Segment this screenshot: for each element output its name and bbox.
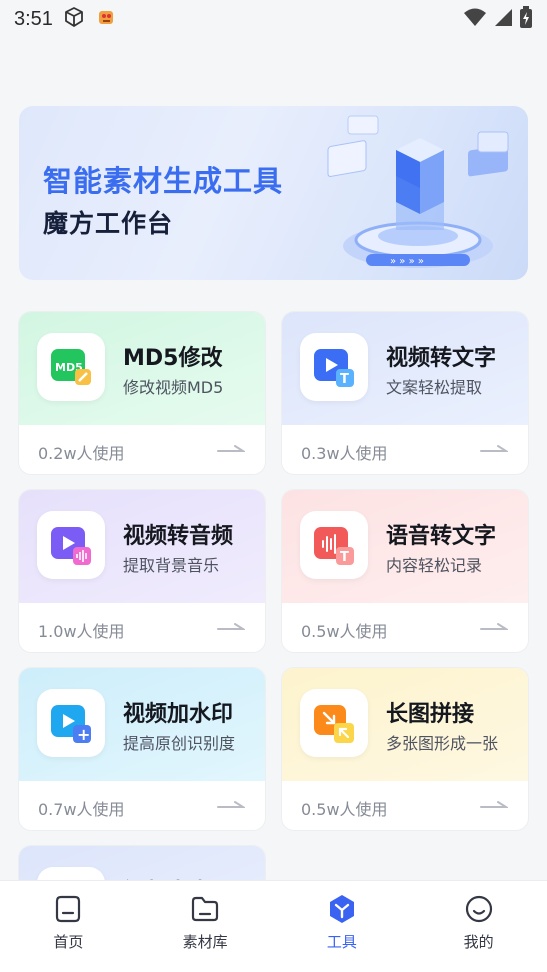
notification-app-icon (95, 6, 117, 33)
tool-card-speech-to-text[interactable]: T 语音转文字 内容轻松记录 0.5w人使用 (282, 490, 528, 652)
box-icon (63, 6, 85, 33)
signal-icon (493, 7, 513, 32)
banner-title: 智能素材生成工具 (43, 164, 284, 198)
tool-name: 长图拼接 (386, 702, 475, 727)
tool-card-video-to-text[interactable]: T 视频转文字 文案轻松提取 0.3w人使用 (282, 312, 528, 474)
nav-item-tools[interactable]: 工具 (274, 881, 411, 972)
nav-label: 工具 (326, 933, 357, 951)
arrow-right-icon (217, 801, 245, 808)
promo-banner[interactable]: » » » » 智能素材生成工具 魔方工作台 (19, 106, 528, 280)
tool-name: 视频转音频 (123, 524, 234, 549)
md5-edit-icon: MD5 (37, 333, 105, 401)
image-stitch-icon (300, 689, 368, 757)
arrow-right-icon (217, 623, 245, 630)
nav-label: 首页 (53, 933, 84, 951)
tools-icon (329, 895, 354, 923)
video-to-audio-icon (37, 511, 105, 579)
tool-card-video-to-audio[interactable]: 视频转音频 提取背景音乐 1.0w人使用 (19, 490, 265, 652)
cube-illustration: » » » » (327, 115, 509, 268)
folder-icon (192, 896, 219, 922)
tool-desc: 内容轻松记录 (386, 556, 483, 575)
nav-label: 我的 (463, 933, 494, 951)
tool-usage: 0.7w人使用 (38, 800, 125, 819)
tool-name: MD5修改 (123, 346, 223, 371)
tool-name: 视频转文字 (386, 346, 497, 371)
nav-item-home[interactable]: 首页 (0, 881, 137, 972)
profile-icon (465, 895, 492, 923)
nav-label: 素材库 (182, 933, 228, 951)
video-watermark-icon: + (37, 689, 105, 757)
tool-usage: 1.0w人使用 (38, 622, 125, 641)
tool-desc: 修改视频MD5 (123, 378, 224, 397)
arrow-right-icon (480, 445, 508, 452)
tool-card-image-stitch[interactable]: 长图拼接 多张图形成一张 0.5w人使用 (282, 668, 528, 830)
tool-usage: 0.2w人使用 (38, 444, 125, 463)
arrow-right-icon (480, 623, 508, 630)
tool-usage: 0.5w人使用 (301, 800, 388, 819)
status-bar: 3:51 (0, 0, 547, 38)
home-icon (56, 895, 81, 923)
speech-to-text-icon: T (300, 511, 368, 579)
tool-name: 语音转文字 (386, 524, 497, 549)
video-to-text-icon-text: T (340, 372, 349, 387)
tool-desc: 提取背景音乐 (123, 556, 220, 575)
status-time: 3:51 (14, 7, 53, 30)
tool-card-md5[interactable]: MD5 MD5修改 修改视频MD5 0.2w人使用 (19, 312, 265, 474)
tool-desc: 文案轻松提取 (386, 378, 483, 397)
tool-desc: 多张图形成一张 (386, 734, 499, 753)
tool-usage: 0.3w人使用 (301, 444, 388, 463)
wifi-icon (463, 7, 487, 32)
bottom-nav: 首页 素材库 工具 我的 (0, 880, 547, 972)
tool-usage: 0.5w人使用 (301, 622, 388, 641)
arrow-right-icon (217, 445, 245, 452)
speech-to-text-icon-text: T (340, 550, 349, 565)
video-watermark-icon-text: + (77, 725, 90, 744)
video-to-text-icon: T (300, 333, 368, 401)
svg-text:» » » »: » » » » (390, 256, 424, 267)
arrow-right-icon (480, 801, 508, 808)
tool-card-video-watermark[interactable]: + 视频加水印 提高原创识别度 0.7w人使用 (19, 668, 265, 830)
nav-item-library[interactable]: 素材库 (137, 881, 274, 972)
nav-item-profile[interactable]: 我的 (410, 881, 547, 972)
tool-name: 视频加水印 (123, 702, 234, 727)
tool-desc: 提高原创识别度 (123, 734, 236, 753)
battery-icon (519, 5, 533, 33)
banner-subtitle: 魔方工作台 (43, 209, 174, 238)
